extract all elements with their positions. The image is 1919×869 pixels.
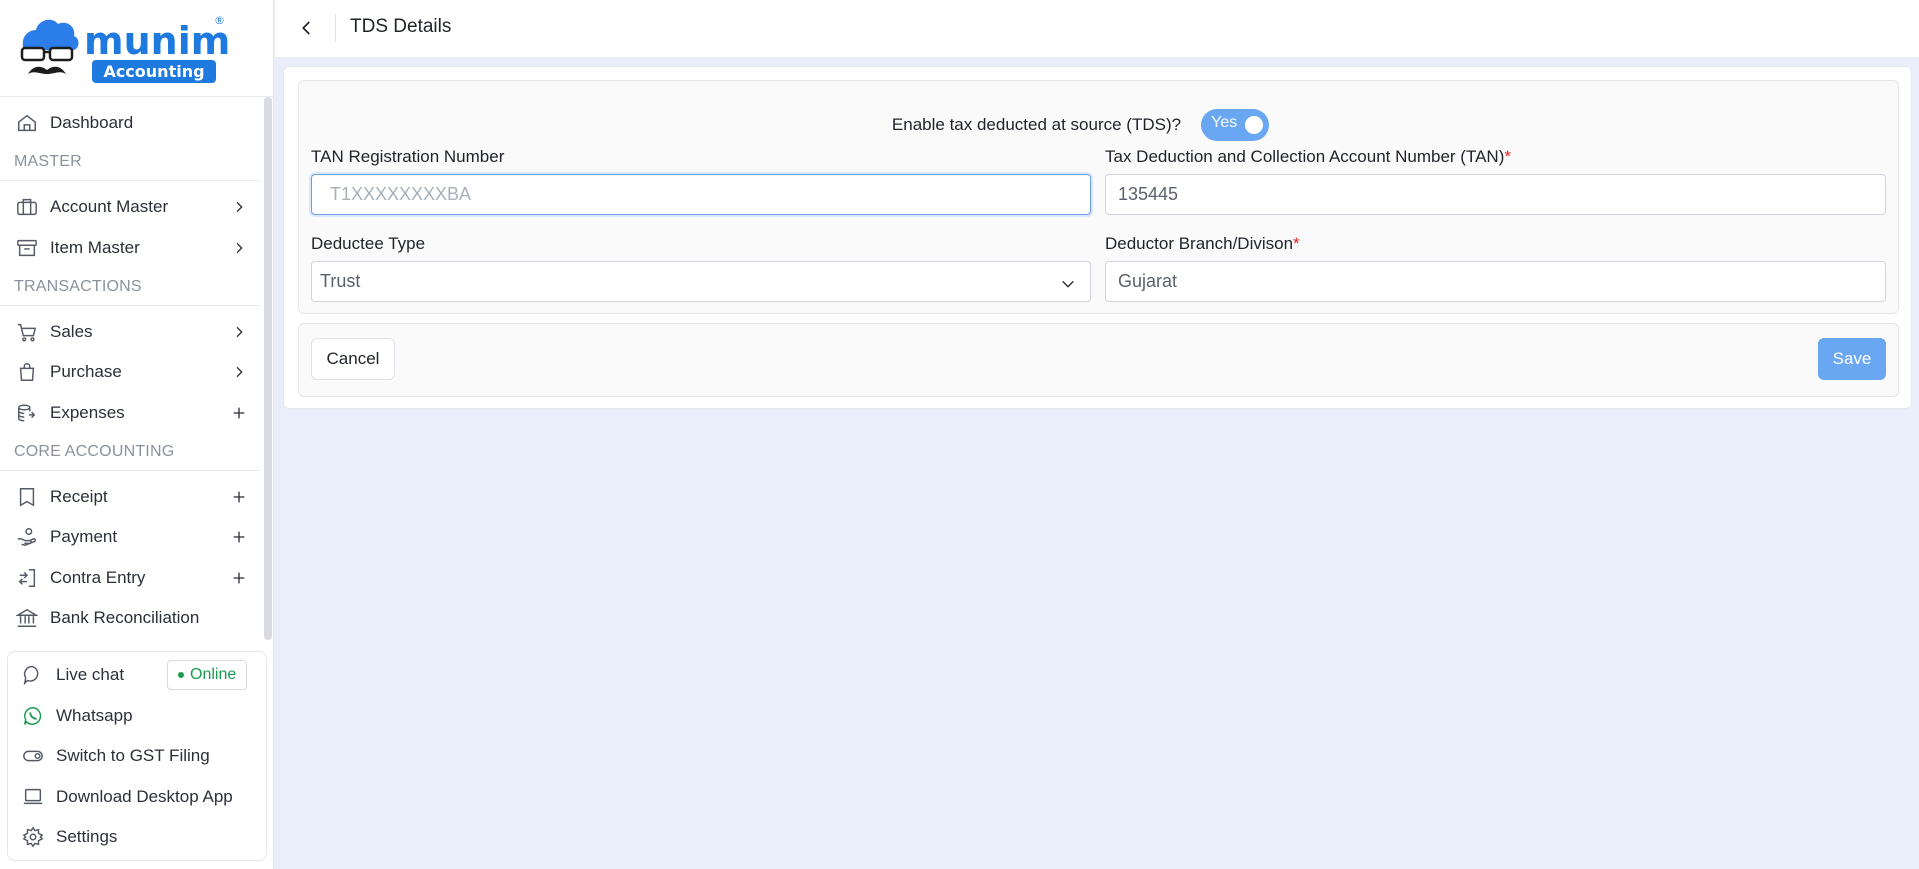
sidebar-item-item-master[interactable]: Item Master	[14, 231, 254, 265]
tan-registration-input[interactable]: T1XXXXXXXXBA	[311, 174, 1091, 215]
deductor-branch-input[interactable]: Gujarat	[1105, 261, 1886, 302]
sidebar-item-sales[interactable]: Sales	[14, 315, 254, 349]
sidebar-item-label: Account Master	[50, 197, 169, 216]
download-app-item[interactable]: Download Desktop App	[20, 781, 256, 813]
svg-text:Accounting: Accounting	[103, 62, 204, 81]
plus-icon[interactable]	[228, 526, 250, 548]
tds-form-panel: Enable tax deducted at source (TDS)? Yes…	[298, 80, 1899, 314]
chevron-right-icon	[228, 321, 250, 343]
tds-details-card: Enable tax deducted at source (TDS)? Yes…	[283, 66, 1912, 409]
sidebar-item-dashboard[interactable]: Dashboard	[14, 106, 254, 140]
chat-icon	[20, 662, 46, 688]
whatsapp-label: Whatsapp	[56, 706, 133, 725]
tds-question-label: Enable tax deducted at source (TDS)?	[891, 115, 1182, 134]
tds-toggle-label: Yes	[1211, 114, 1238, 131]
tan-input[interactable]: 135445	[1105, 174, 1886, 215]
sidebar-item-contra-entry[interactable]: Contra Entry	[14, 561, 254, 595]
online-status-badge: Online	[167, 660, 248, 690]
sidebar-item-label: Contra Entry	[50, 568, 146, 587]
whatsapp-item[interactable]: Whatsapp	[20, 700, 256, 732]
laptop-icon	[20, 784, 46, 810]
settings-label: Settings	[56, 827, 118, 846]
divider	[0, 305, 260, 306]
deductor-branch-label: Deductor Branch/Divison*	[1105, 234, 1300, 253]
sidebar-scrollbar[interactable]	[264, 97, 272, 640]
archive-box-icon	[14, 235, 40, 261]
sidebar-item-expenses[interactable]: Expenses	[14, 396, 254, 430]
sidebar-item-label: Expenses	[50, 403, 125, 422]
tds-enable-row: Enable tax deducted at source (TDS)? Yes	[299, 109, 1898, 141]
munim-logo[interactable]: munim ® Accounting	[18, 12, 232, 86]
required-mark: *	[1293, 234, 1300, 253]
top-header: TDS Details	[275, 0, 1919, 57]
sidebar-item-label: Sales	[50, 322, 93, 341]
tan-value: 135445	[1118, 184, 1179, 204]
chevron-right-icon	[228, 237, 250, 259]
live-chat-label: Live chat	[56, 665, 125, 684]
online-dot	[178, 672, 184, 678]
divider	[0, 470, 260, 471]
plus-icon[interactable]	[228, 402, 250, 424]
sidebar-item-payment[interactable]: Payment	[14, 520, 254, 554]
receipt-icon	[14, 484, 40, 510]
gear-icon	[20, 824, 46, 850]
home-icon	[14, 110, 40, 136]
svg-text:®: ®	[214, 14, 225, 27]
sidebar-item-label: Payment	[50, 527, 118, 546]
sidebar-item-label: Receipt	[50, 487, 108, 506]
divider	[0, 180, 260, 181]
header-divider	[335, 14, 336, 42]
chevron-left-icon	[302, 21, 310, 35]
sidebar-item-label: Bank Reconciliation	[50, 608, 200, 627]
sidebar: munim ® Accounting Dashboard MASTER Acco…	[0, 0, 274, 869]
whatsapp-icon	[20, 703, 46, 729]
toggle-switch-icon	[20, 743, 46, 769]
switch-gst-item[interactable]: Switch to GST Filing	[20, 740, 256, 772]
save-button[interactable]: Save	[1818, 338, 1886, 380]
tan-label: Tax Deduction and Collection Account Num…	[1105, 147, 1511, 166]
hand-money-icon	[14, 524, 40, 550]
contra-icon	[14, 565, 40, 591]
bottom-panel: Live chat Online Whatsapp Switch to GST …	[7, 651, 267, 861]
chevron-down-icon	[1062, 280, 1074, 288]
sidebar-item-label: Dashboard	[50, 113, 134, 132]
plus-icon[interactable]	[228, 567, 250, 589]
switch-gst-label: Switch to GST Filing	[56, 746, 210, 765]
shopping-bag-icon	[14, 359, 40, 385]
back-button[interactable]	[295, 16, 319, 40]
toggle-knob	[1245, 116, 1264, 134]
deductor-branch-value: Gujarat	[1118, 271, 1178, 291]
section-core-accounting: CORE ACCOUNTING	[14, 443, 175, 460]
logo-divider	[0, 96, 274, 97]
settings-item[interactable]: Settings	[20, 821, 256, 853]
sidebar-item-receipt[interactable]: Receipt	[14, 480, 254, 514]
cart-icon	[14, 319, 40, 345]
action-bar: Cancel Save	[298, 323, 1899, 397]
bank-icon	[14, 605, 40, 631]
sidebar-item-label: Purchase	[50, 362, 122, 381]
deductee-type-value: Trust	[320, 271, 361, 291]
deductee-type-label: Deductee Type	[311, 234, 426, 253]
sidebar-item-label: Item Master	[50, 238, 140, 257]
required-mark: *	[1504, 147, 1511, 166]
cancel-button[interactable]: Cancel	[311, 338, 395, 380]
tds-toggle[interactable]: Yes	[1201, 109, 1270, 141]
coins-icon	[14, 400, 40, 426]
sidebar-item-bank-reconciliation[interactable]: Bank Reconciliation	[14, 601, 254, 635]
logo-text: munim	[84, 19, 230, 63]
tan-registration-label: TAN Registration Number	[311, 147, 505, 166]
section-transactions: TRANSACTIONS	[14, 278, 142, 295]
sidebar-item-purchase[interactable]: Purchase	[14, 355, 254, 389]
chevron-right-icon	[228, 196, 250, 218]
online-label: Online	[190, 666, 237, 683]
page-title: TDS Details	[350, 16, 452, 37]
sidebar-item-account-master[interactable]: Account Master	[14, 190, 254, 224]
section-master: MASTER	[14, 153, 82, 170]
deductee-type-select[interactable]: Trust	[311, 261, 1091, 302]
chevron-right-icon	[228, 361, 250, 383]
download-app-label: Download Desktop App	[56, 787, 233, 806]
plus-icon[interactable]	[228, 486, 250, 508]
briefcase-icon	[14, 194, 40, 220]
tan-registration-placeholder: T1XXXXXXXXBA	[330, 184, 472, 204]
